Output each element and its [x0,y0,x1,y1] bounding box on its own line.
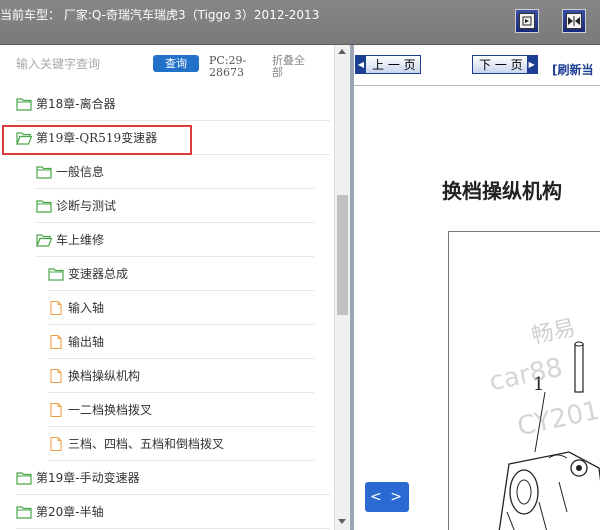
scroll-up-icon[interactable] [338,49,346,54]
expand-panel-icon [519,13,535,29]
tree-item[interactable]: 一般信息 [36,155,314,189]
document-icon [48,436,64,451]
prev-page-button[interactable]: ◀ 上 一 页 [355,55,421,74]
current-model-title: 当前车型： 厂家:Q-奇瑞汽车瑞虎3（Tiggo 3）2012-2013 [0,8,320,22]
tree-item[interactable]: 第19章-手动变速器 [16,461,330,495]
tree-item[interactable]: 输入轴 [48,291,314,325]
expand-panel-button[interactable] [515,9,539,33]
tree-item-label: 变速器总成 [68,267,129,281]
tree-item[interactable]: 车上维修 [36,223,314,257]
tree-item[interactable]: 第20章-半轴 [16,495,330,529]
tree-item-label: 换档操纵机构 [68,369,141,383]
folder-icon [48,267,64,281]
prev-page-label: 上 一 页 [372,58,416,72]
document-viewer: ◀ 上 一 页 下 一 页 ▶ [刷新当 换档操纵机构 1 畅易 car88 C… [354,45,600,530]
document-icon [48,300,64,315]
catalog-panel: 查询 PC:29-28673 折叠全部 第18章-离合器第19章-QR519变速… [0,45,334,530]
document-title: 换档操纵机构 [442,179,562,203]
tree-item[interactable]: 三档、四档、五档和倒档拨叉 [48,427,314,461]
next-page-label: 下 一 页 [479,58,523,72]
tree-item[interactable]: 一二档换档拨叉 [48,393,314,427]
tree-item[interactable]: 输出轴 [48,325,314,359]
split-view-icon [566,13,582,29]
search-input[interactable] [16,55,146,73]
tree-item-label: 三档、四档、五档和倒档拨叉 [68,437,225,451]
folder-icon [16,505,32,519]
tree-item[interactable]: 第18章-离合器 [16,87,330,121]
tree-item[interactable]: 换档操纵机构 [48,359,314,393]
tree-item-label: 第19章-手动变速器 [36,471,140,485]
page-navigation: ◀ 上 一 页 下 一 页 ▶ [刷新当 [354,45,600,86]
tree-item-label: 输入轴 [68,301,105,315]
refresh-link[interactable]: [刷新当 [552,61,594,78]
document-icon [48,368,64,383]
exploded-diagram: 1 畅易 car88 CY201 [448,231,600,530]
document-icon [48,334,64,349]
scroll-thumb[interactable] [337,195,348,315]
tree-item[interactable]: 变速器总成 [48,257,314,291]
tree-item-label: 诊断与测试 [56,199,117,213]
search-button[interactable]: 查询 [153,55,199,72]
toggle-panel-button[interactable]: < > [365,482,409,512]
arrow-right-icon: ▶ [526,56,537,73]
document-icon [48,402,64,417]
folder-icon [16,471,32,485]
tree-item-label: 第18章-离合器 [36,97,116,111]
folder-open-icon [36,233,53,247]
tree-item-label: 车上维修 [56,233,105,247]
next-page-button[interactable]: 下 一 页 ▶ [472,55,538,74]
folder-icon [36,165,52,179]
tree-item-label: 第20章-半轴 [36,505,104,519]
tree-item-label: 输出轴 [68,335,105,349]
tree-item-label: 一般信息 [56,165,105,179]
tree-item[interactable]: 诊断与测试 [36,189,314,223]
pc-code: PC:29-28673 [209,54,247,79]
collapse-all-link[interactable]: 折叠全部 [272,55,312,79]
scroll-down-icon[interactable] [338,519,346,524]
title-bar: 当前车型： 厂家:Q-奇瑞汽车瑞虎3（Tiggo 3）2012-2013 [0,0,600,45]
folder-icon [36,199,52,213]
selected-item-highlight [2,125,192,155]
arrow-left-icon: ◀ [356,56,366,73]
catalog-scrollbar[interactable] [334,45,350,530]
split-view-button[interactable] [562,9,586,33]
folder-icon [16,97,32,111]
tree-item-label: 一二档换档拨叉 [68,403,153,417]
